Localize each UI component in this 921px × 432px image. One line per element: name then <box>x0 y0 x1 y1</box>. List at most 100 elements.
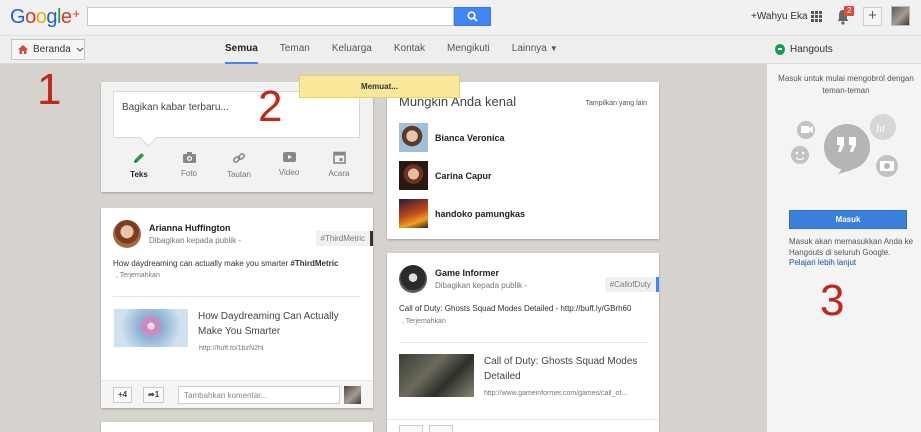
person-avatar[interactable] <box>399 123 428 152</box>
learn-more-link[interactable]: Pelajari lebih lanjut <box>789 258 856 267</box>
search-button[interactable] <box>454 7 491 26</box>
show-more-link[interactable]: Tampilkan yang lain <box>586 100 647 107</box>
svg-text:hi: hi <box>876 121 885 135</box>
author-name[interactable]: Game Informer <box>435 268 527 278</box>
plus-one-button[interactable] <box>399 425 423 432</box>
people-suggestions-card: Mungkin Anda kenal Tampilkan yang lain B… <box>387 82 659 239</box>
share-box-card: Bagikan kabar terbaru... Teks Foto Tauta… <box>101 82 373 192</box>
share-actions: Teks Foto Tautan Video Acara <box>119 151 359 179</box>
divider <box>399 342 647 343</box>
hashtag-chip[interactable]: #CallofDuty <box>604 277 659 292</box>
comment-input[interactable]: Tambahkan komentar... <box>178 386 340 404</box>
post-visibility[interactable]: Dibagikan kepada publik - <box>435 281 527 290</box>
share-input[interactable]: Bagikan kabar terbaru... <box>113 91 360 138</box>
search-input[interactable] <box>87 7 454 26</box>
home-icon <box>18 45 28 54</box>
share-video-label: Video <box>278 168 300 177</box>
person-name[interactable]: handoko pamungkas <box>435 209 525 219</box>
divider <box>387 419 659 420</box>
hangouts-info: Masuk akan memasukkan Anda ke Hangouts d… <box>789 237 914 257</box>
post-visibility-label: Dibagikan kepada publik <box>435 281 523 290</box>
hangouts-icon <box>775 44 785 55</box>
divider <box>113 296 361 297</box>
annotation-1: 1 <box>37 65 62 114</box>
plus-one-button[interactable]: +4 <box>113 387 133 403</box>
post-header: Game Informer Dibagikan kepada publik - <box>399 265 527 293</box>
translate-label: Terjemahkan <box>119 272 160 279</box>
annotation-3: 3 <box>820 276 845 325</box>
share-video-button[interactable]: Video <box>269 151 309 179</box>
home-dropdown[interactable]: Beranda <box>11 39 85 60</box>
chevron-down-icon <box>76 47 84 52</box>
share-text-button[interactable]: Teks <box>119 151 159 179</box>
link-thumbnail[interactable] <box>114 309 188 347</box>
tab-lainnya[interactable]: Lainnya ▼ <box>512 36 558 64</box>
post-visibility[interactable]: Dibagikan kepada publik - <box>149 236 241 245</box>
post-header: Arianna Huffington Dibagikan kepada publ… <box>113 220 241 248</box>
person-avatar[interactable] <box>399 161 428 190</box>
share-text-label: Teks <box>130 170 148 179</box>
post-hashtag-link[interactable]: #ThirdMetric <box>290 259 338 268</box>
post-text-body: How daydreaming can actually make you sm… <box>113 259 289 268</box>
share-photo-button[interactable]: Foto <box>169 151 209 179</box>
link-icon <box>232 152 246 164</box>
person-name[interactable]: Bianca Veronica <box>435 133 505 143</box>
chevron-down-icon: ▼ <box>549 44 558 53</box>
hashtag-chip[interactable]: #ThirdMetric <box>315 231 373 246</box>
suggested-person[interactable]: Carina Capur <box>399 161 492 190</box>
post-card: Game Informer Dibagikan kepada publik - … <box>387 253 659 432</box>
commenter-avatar <box>344 386 361 404</box>
translate-link[interactable]: , Terjemahkan <box>402 318 446 325</box>
person-avatar[interactable] <box>399 199 428 228</box>
post-text: How daydreaming can actually make you sm… <box>113 259 338 268</box>
hangouts-illustration: hi <box>791 114 898 177</box>
share-photo-label: Foto <box>180 169 197 178</box>
hangouts-label: Hangouts <box>790 44 833 55</box>
pencil-icon <box>134 153 144 163</box>
notification-badge[interactable]: 2 <box>844 6 855 16</box>
share-link-label: Tautan <box>226 170 252 179</box>
link-url[interactable]: http://www.gameinformer.com/games/call_o… <box>484 390 647 397</box>
reshare-icon: ➦ <box>148 390 155 399</box>
translate-link[interactable]: , Terjemahkan <box>116 272 160 279</box>
reshare-button[interactable]: ➦1 <box>143 387 165 403</box>
camera-icon <box>182 152 196 163</box>
tab-keluarga[interactable]: Keluarga <box>332 36 372 64</box>
link-url[interactable]: http://huff.to/1bzN2hl <box>199 345 349 352</box>
search-icon <box>467 11 478 22</box>
author-name[interactable]: Arianna Huffington <box>149 223 241 233</box>
google-plus-logo[interactable]: Google+ <box>10 6 80 29</box>
suggested-person[interactable]: Bianca Veronica <box>399 123 505 152</box>
user-name-link[interactable]: +Wahyu Eka <box>751 11 808 22</box>
link-title[interactable]: Call of Duty: Ghosts Squad Modes Detaile… <box>484 354 644 384</box>
profile-avatar[interactable] <box>891 6 910 26</box>
author-avatar[interactable] <box>113 220 141 248</box>
person-name[interactable]: Carina Capur <box>435 171 492 181</box>
tab-semua[interactable]: Semua <box>225 36 258 64</box>
home-label: Beranda <box>33 44 71 55</box>
reshare-count: 1 <box>154 390 160 399</box>
tab-mengikuti[interactable]: Mengikuti <box>447 36 490 64</box>
share-link-button[interactable]: Tautan <box>219 151 259 179</box>
post-card-next <box>101 422 373 432</box>
sign-in-button[interactable]: Masuk <box>789 210 907 229</box>
link-title[interactable]: How Daydreaming Can Actually Make You Sm… <box>198 309 348 339</box>
tab-lainnya-label: Lainnya <box>511 43 547 54</box>
post-footer: +4 ➦1 Tambahkan komentar... <box>101 380 373 408</box>
calendar-icon <box>332 151 346 164</box>
tab-teman[interactable]: Teman <box>280 36 310 64</box>
link-thumbnail[interactable] <box>399 354 474 397</box>
hangouts-header[interactable]: Hangouts <box>775 44 833 55</box>
share-event-button[interactable]: Acara <box>319 151 359 179</box>
reshare-button[interactable] <box>429 425 453 432</box>
post-card: Arianna Huffington Dibagikan kepada publ… <box>101 208 373 408</box>
apps-grid-icon[interactable] <box>811 11 822 22</box>
hangouts-message: Masuk untuk mulai mengobrol dengan teman… <box>778 74 914 95</box>
share-plus-button[interactable]: + <box>863 7 882 26</box>
annotation-2: 2 <box>258 82 283 131</box>
top-bar: Google+ +Wahyu Eka 2 + <box>0 0 921 36</box>
post-text: Call of Duty: Ghosts Squad Modes Detaile… <box>399 304 632 313</box>
tab-kontak[interactable]: Kontak <box>394 36 425 64</box>
author-avatar[interactable] <box>399 265 427 293</box>
suggested-person[interactable]: handoko pamungkas <box>399 199 525 228</box>
